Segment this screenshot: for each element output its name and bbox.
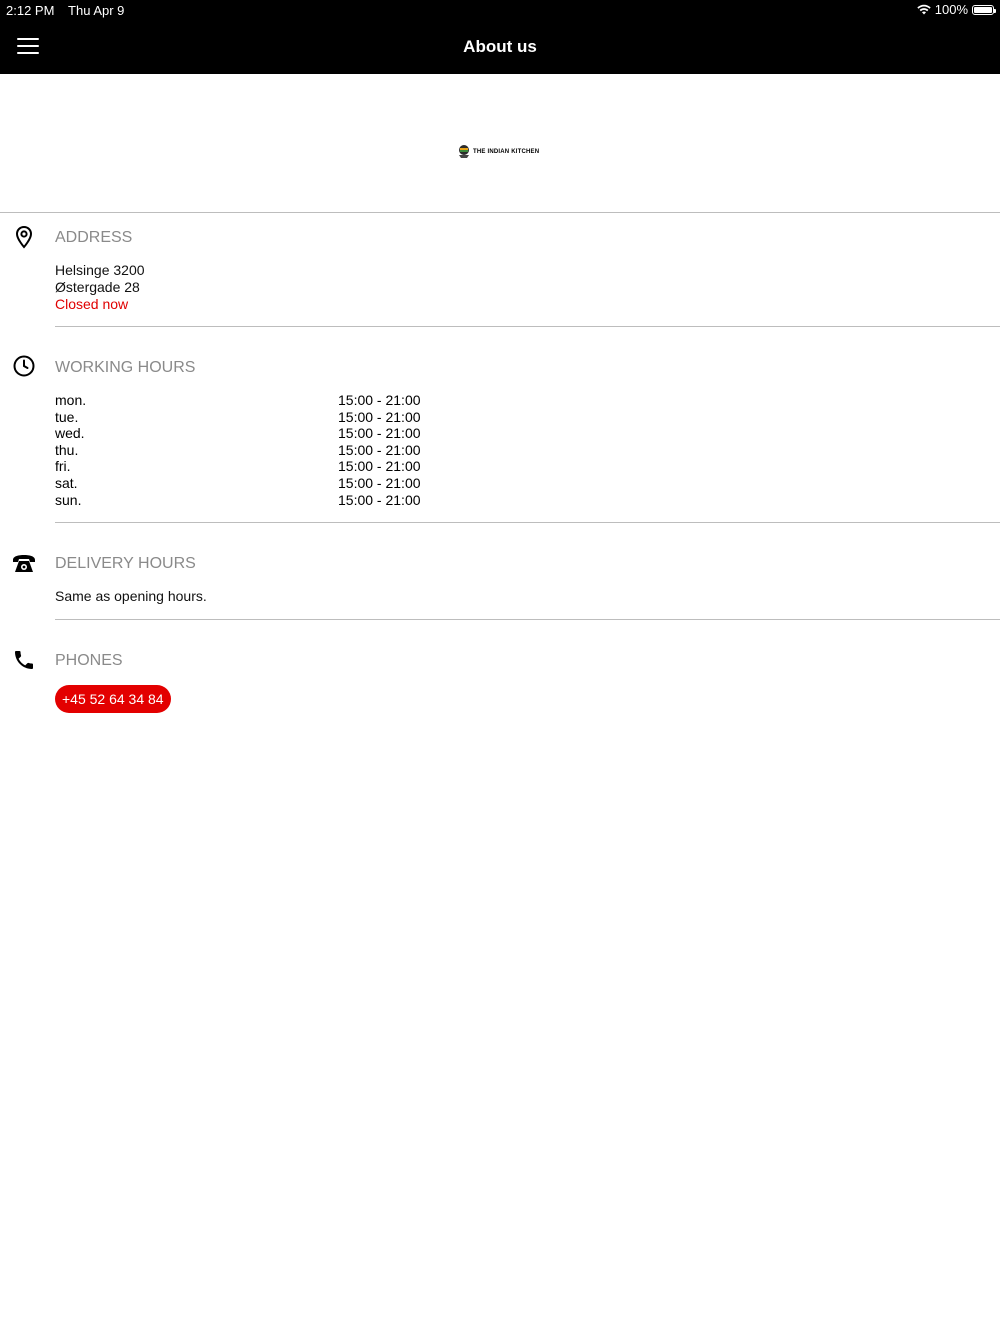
logo-text: THE INDIAN KITCHEN <box>473 149 540 155</box>
page-title: About us <box>463 37 537 56</box>
top-bar: 2:12 PM Thu Apr 9 100% About us <box>0 0 1000 74</box>
working-hours-title: WORKING HOURS <box>55 359 196 376</box>
delivery-hours-text: Same as opening hours. <box>55 588 207 604</box>
hours-row-sat: sat. 15:00 - 21:00 <box>55 475 475 491</box>
battery-percent: 100% <box>934 2 968 17</box>
status-bar-right: 100% <box>917 2 996 17</box>
wifi-icon <box>917 4 931 15</box>
location-pin-icon <box>15 225 33 249</box>
status-bar-left: 2:12 PM Thu Apr 9 <box>6 3 124 18</box>
day-label: fri. <box>55 458 71 474</box>
hours-row-fri: fri. 15:00 - 21:00 <box>55 458 475 474</box>
address-title: ADDRESS <box>55 229 133 246</box>
day-label: sun. <box>55 492 82 508</box>
address-line-2: Østergade 28 <box>55 279 140 295</box>
status-date: Thu Apr 9 <box>68 3 125 18</box>
divider <box>55 326 1000 327</box>
hours-row-tue: tue. 15:00 - 21:00 <box>55 409 475 425</box>
clock-icon <box>13 355 35 377</box>
day-hours: 15:00 - 21:00 <box>338 475 421 491</box>
phone-number-button[interactable]: +45 52 64 34 84 <box>55 685 171 713</box>
day-hours: 15:00 - 21:00 <box>338 458 421 474</box>
divider <box>0 212 1000 213</box>
hours-row-mon: mon. 15:00 - 21:00 <box>55 392 475 408</box>
hours-row-wed: wed. 15:00 - 21:00 <box>55 425 475 441</box>
day-label: thu. <box>55 442 79 458</box>
day-hours: 15:00 - 21:00 <box>338 492 421 508</box>
hours-row-thu: thu. 15:00 - 21:00 <box>55 442 475 458</box>
battery-icon <box>972 4 996 15</box>
day-hours: 15:00 - 21:00 <box>338 425 421 441</box>
divider <box>55 619 1000 620</box>
logo-mark-icon <box>459 145 469 158</box>
delivery-hours-title: DELIVERY HOURS <box>55 555 196 572</box>
day-hours: 15:00 - 21:00 <box>338 442 421 458</box>
open-status: Closed now <box>55 296 129 312</box>
day-hours: 15:00 - 21:00 <box>338 392 421 408</box>
address-line-1: Helsinge 3200 <box>55 262 145 278</box>
telephone-icon <box>13 555 35 572</box>
day-hours: 15:00 - 21:00 <box>338 409 421 425</box>
hours-row-sun: sun. 15:00 - 21:00 <box>55 492 475 508</box>
day-label: tue. <box>55 409 79 425</box>
divider <box>55 522 1000 523</box>
phones-title: PHONES <box>55 652 123 669</box>
restaurant-logo: THE INDIAN KITCHEN <box>458 144 539 160</box>
phone-icon <box>15 651 33 669</box>
status-time: 2:12 PM <box>6 3 55 18</box>
day-label: wed. <box>55 425 85 441</box>
day-label: sat. <box>55 475 78 491</box>
day-label: mon. <box>55 392 87 408</box>
